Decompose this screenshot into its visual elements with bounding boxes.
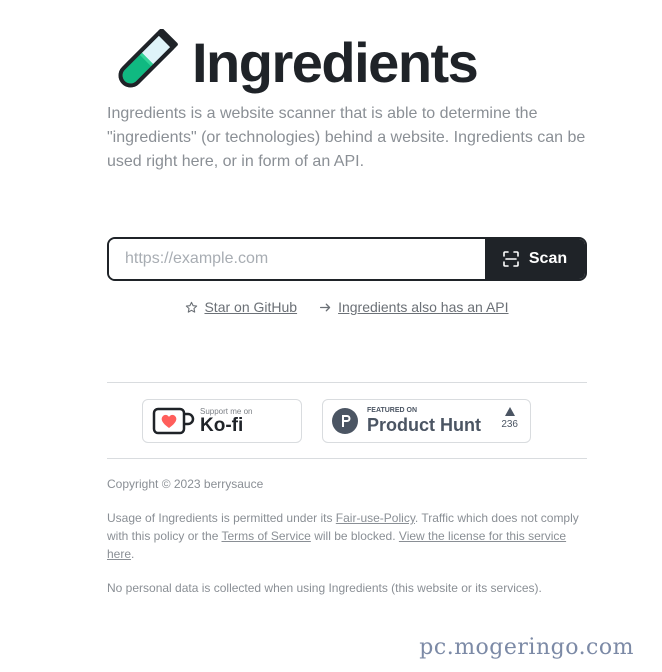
divider-bottom (107, 458, 587, 459)
url-input[interactable] (109, 239, 485, 279)
kofi-cup-icon (152, 407, 195, 435)
usage-notice: Usage of Ingredients is permitted under … (107, 509, 587, 563)
ph-big-text: Product Hunt (367, 415, 481, 435)
api-link-label: Ingredients also has an API (338, 299, 509, 315)
ph-votes: 236 (501, 419, 518, 430)
usage-text-3: will be blocked. (310, 529, 399, 543)
copyright-text: Copyright © 2023 berrysauce (107, 477, 264, 491)
github-star-link[interactable]: Star on GitHub (185, 299, 297, 315)
api-link[interactable]: Ingredients also has an API (319, 299, 509, 315)
ph-small-text: FEATURED ON (367, 407, 418, 414)
scan-icon (503, 251, 519, 267)
producthunt-logo-icon (332, 408, 358, 434)
page-description: Ingredients is a website scanner that is… (107, 105, 586, 170)
scan-button[interactable]: Scan (485, 239, 585, 279)
scan-button-label: Scan (528, 250, 568, 267)
producthunt-badge[interactable]: FEATURED ON Product Hunt 236 (322, 399, 531, 443)
divider-top (107, 382, 587, 383)
github-star-label: Star on GitHub (204, 299, 298, 315)
ph-vote-count: 236 (501, 407, 518, 430)
terms-of-service-link[interactable]: Terms of Service (222, 529, 311, 543)
usage-text-1: Usage of Ingredients is permitted under … (107, 511, 336, 525)
arrow-right-icon (320, 303, 331, 311)
page-header: Ingredients (110, 27, 479, 97)
action-links: Star on GitHub Ingredients also has an A… (107, 299, 587, 315)
usage-text-4: . (131, 547, 135, 561)
watermark-text: pc.mogeringo.com (419, 635, 634, 660)
kofi-big-text: Ko-fi (200, 414, 244, 436)
test-tube-icon (118, 29, 178, 88)
page-title: Ingredients (192, 30, 479, 94)
scan-form: Scan (107, 237, 587, 281)
star-icon (186, 301, 198, 313)
fair-use-policy-link[interactable]: Fair-use-Policy (336, 511, 415, 525)
upvote-triangle-icon (504, 407, 515, 416)
kofi-badge[interactable]: Support me on Ko-fi (142, 399, 302, 443)
privacy-notice: No personal data is collected when using… (107, 581, 542, 595)
